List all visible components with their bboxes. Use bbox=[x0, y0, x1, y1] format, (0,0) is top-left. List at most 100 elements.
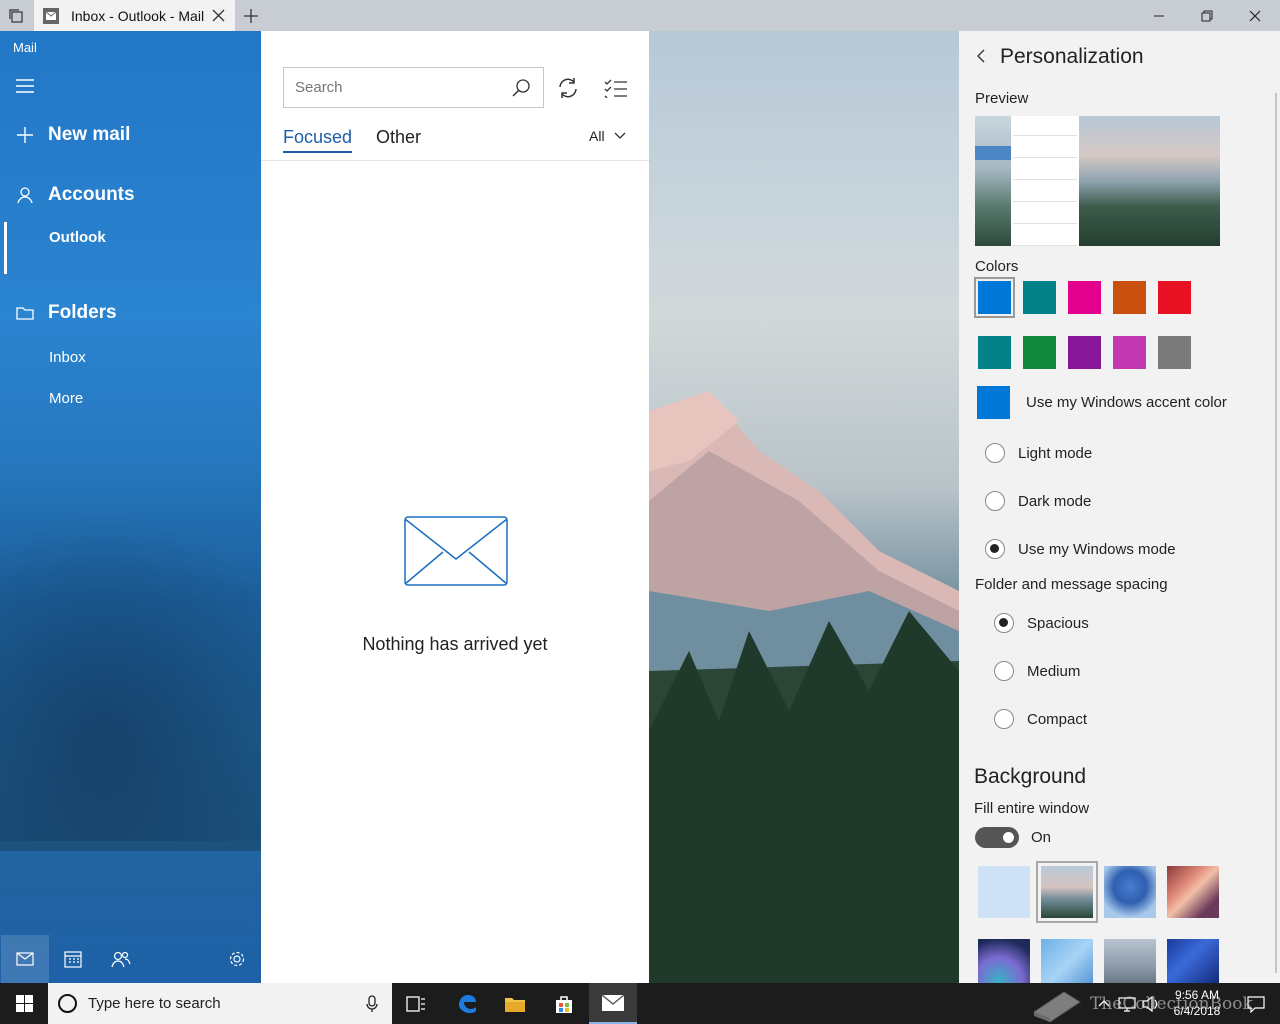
radio-dot bbox=[994, 709, 1014, 729]
radio-label: Medium bbox=[1027, 662, 1081, 680]
windows-logo-icon bbox=[15, 995, 33, 1012]
minimize-button[interactable] bbox=[1136, 0, 1182, 31]
start-button[interactable] bbox=[0, 983, 48, 1024]
mail-icon bbox=[601, 993, 625, 1011]
file-explorer-button[interactable] bbox=[491, 983, 539, 1024]
selection-mode-icon[interactable] bbox=[604, 78, 628, 98]
radio-dot bbox=[985, 443, 1005, 463]
preview-reading-pane bbox=[1079, 116, 1220, 246]
background-thumb-canyon[interactable] bbox=[1167, 866, 1219, 918]
background-thumb-seascape[interactable] bbox=[1104, 939, 1156, 983]
bottom-app-bar bbox=[0, 935, 261, 983]
color-swatch[interactable] bbox=[978, 336, 1011, 369]
store-button[interactable] bbox=[540, 983, 588, 1024]
background-thumb-crystal[interactable] bbox=[1041, 939, 1093, 983]
person-icon bbox=[17, 187, 33, 204]
calendar-switch-button[interactable] bbox=[49, 935, 97, 983]
close-tab-icon[interactable] bbox=[212, 9, 225, 22]
background-thumb-plain[interactable] bbox=[978, 866, 1030, 918]
background-thumb-abstract[interactable] bbox=[978, 939, 1030, 983]
folder-item-more[interactable]: More bbox=[49, 390, 83, 407]
color-swatch[interactable] bbox=[974, 277, 1015, 318]
mail-switch-button[interactable] bbox=[1, 935, 49, 983]
browser-tab[interactable]: Inbox - Outlook - Mail bbox=[34, 0, 235, 31]
plus-icon bbox=[17, 127, 33, 143]
color-swatch[interactable] bbox=[1158, 336, 1191, 369]
hamburger-menu-icon[interactable] bbox=[16, 79, 34, 93]
restore-icon bbox=[1201, 10, 1213, 21]
message-list-pane: Focused Other All Nothing has arrived ye… bbox=[261, 31, 649, 983]
radio-dark-mode[interactable]: Dark mode bbox=[985, 491, 1091, 511]
search-input[interactable] bbox=[295, 79, 495, 96]
people-switch-button[interactable] bbox=[97, 935, 145, 983]
accounts-button[interactable]: Accounts bbox=[0, 184, 135, 206]
account-item-outlook[interactable]: Outlook bbox=[49, 229, 106, 246]
tab-focused[interactable]: Focused bbox=[283, 127, 353, 153]
radio-label: Compact bbox=[1027, 710, 1088, 728]
navigation-pane: Mail New mail Accounts Outlook Folders I… bbox=[0, 31, 261, 983]
filter-label: All bbox=[589, 128, 605, 144]
radio-light-mode[interactable]: Light mode bbox=[985, 443, 1092, 463]
radio-label: Dark mode bbox=[1018, 492, 1092, 510]
accounts-label: Accounts bbox=[48, 184, 135, 205]
calendar-icon bbox=[64, 951, 82, 968]
back-arrow-icon[interactable] bbox=[975, 48, 987, 64]
taskbar-search-box[interactable]: Type here to search bbox=[48, 983, 392, 1024]
search-box[interactable] bbox=[283, 67, 544, 108]
fill-window-toggle[interactable] bbox=[975, 827, 1019, 848]
radio-dot bbox=[994, 613, 1014, 633]
background-thumb-lights[interactable] bbox=[1167, 939, 1219, 983]
new-mail-button[interactable]: New mail bbox=[0, 124, 130, 146]
tab-switcher-icon[interactable] bbox=[8, 8, 24, 24]
personalization-pane: Personalization Preview Colors Use my Wi… bbox=[959, 31, 1280, 983]
radio-label: Use my Windows mode bbox=[1018, 540, 1176, 558]
folders-label: Folders bbox=[48, 302, 117, 323]
pane-scrollbar[interactable] bbox=[1275, 93, 1277, 973]
color-swatch[interactable] bbox=[1158, 281, 1191, 314]
mail-icon bbox=[16, 952, 34, 966]
filter-dropdown[interactable]: All bbox=[589, 128, 627, 144]
background-heading: Background bbox=[974, 765, 1087, 788]
pane-title: Personalization bbox=[1000, 45, 1144, 68]
settings-button[interactable] bbox=[213, 935, 261, 983]
preview-label: Preview bbox=[975, 90, 1029, 107]
radio-compact[interactable]: Compact bbox=[994, 709, 1087, 729]
watermark-text: TheCollectionBook bbox=[1090, 994, 1253, 1014]
fill-window-label: Fill entire window bbox=[974, 800, 1090, 817]
preview-nav bbox=[975, 116, 1011, 246]
color-swatch[interactable] bbox=[1068, 336, 1101, 369]
task-view-button[interactable] bbox=[392, 983, 440, 1024]
close-window-button[interactable] bbox=[1232, 0, 1278, 31]
close-icon bbox=[1249, 10, 1261, 21]
theme-preview bbox=[975, 116, 1220, 246]
color-swatch[interactable] bbox=[1023, 281, 1056, 314]
sync-icon[interactable] bbox=[556, 76, 580, 100]
edge-button[interactable] bbox=[443, 983, 491, 1024]
background-thumb-tree[interactable] bbox=[1104, 866, 1156, 918]
folders-button[interactable]: Folders bbox=[0, 302, 117, 324]
plus-icon[interactable] bbox=[243, 8, 259, 24]
radio-spacious[interactable]: Spacious bbox=[994, 613, 1089, 633]
task-view-icon bbox=[406, 995, 425, 1012]
mail-taskbar-button[interactable] bbox=[589, 983, 637, 1024]
color-swatch[interactable] bbox=[1023, 336, 1056, 369]
tab-focused-label: Focused bbox=[283, 127, 353, 147]
color-swatch[interactable] bbox=[1068, 281, 1101, 314]
color-swatch[interactable] bbox=[1113, 281, 1146, 314]
preview-list-row bbox=[1013, 226, 1077, 246]
tab-title: Inbox - Outlook - Mail bbox=[71, 7, 205, 24]
radio-dot bbox=[985, 539, 1005, 559]
new-mail-label: New mail bbox=[48, 124, 131, 145]
radio-windows-mode[interactable]: Use my Windows mode bbox=[985, 539, 1176, 559]
folder-item-inbox[interactable]: Inbox bbox=[49, 349, 86, 366]
accent-color-label: Use my Windows accent color bbox=[1026, 394, 1227, 411]
restore-button[interactable] bbox=[1184, 0, 1230, 31]
tab-other[interactable]: Other bbox=[376, 127, 421, 148]
color-swatch[interactable] bbox=[1113, 336, 1146, 369]
book-logo-icon bbox=[1033, 991, 1081, 1022]
search-icon[interactable] bbox=[511, 78, 531, 98]
background-thumb-mountain[interactable] bbox=[1036, 861, 1098, 923]
radio-medium[interactable]: Medium bbox=[994, 661, 1080, 681]
accent-color-option[interactable]: Use my Windows accent color bbox=[977, 386, 1227, 419]
microphone-icon[interactable] bbox=[366, 995, 378, 1013]
